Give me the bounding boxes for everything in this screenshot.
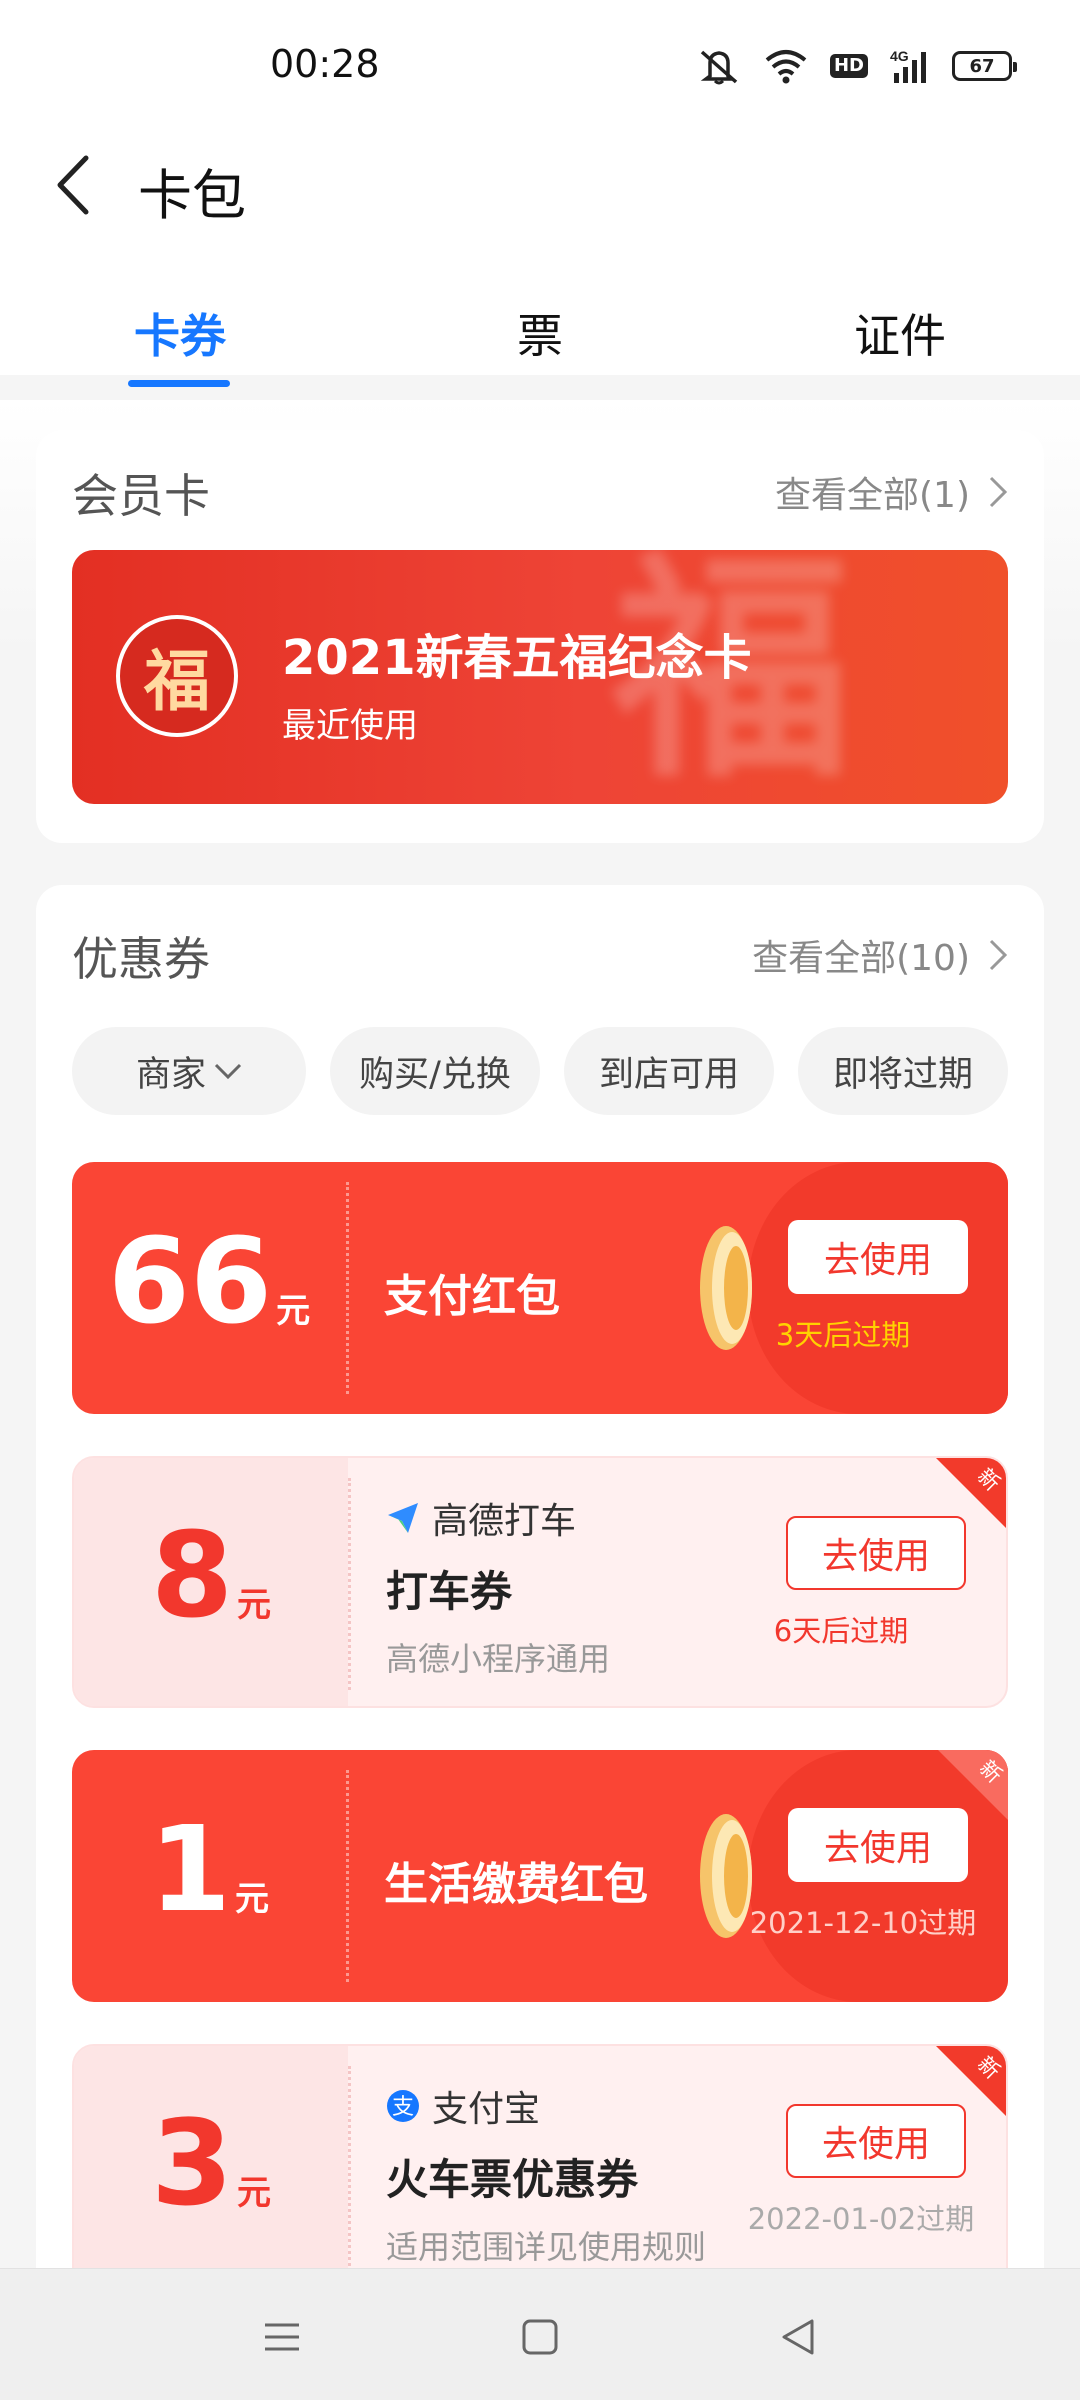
coupon-section: 优惠券 查看全部(10) 商家 购买/兑换 到店可用 即将过期 66 元 支付红包… bbox=[36, 885, 1044, 2305]
alipay-icon: 支 bbox=[387, 2090, 419, 2122]
coupon-expiry: 2021-12-10过期 bbox=[749, 1906, 977, 1940]
tab-tickets[interactable]: 票 bbox=[430, 300, 650, 400]
new-badge: 新 bbox=[936, 1458, 1006, 1528]
member-card-subtitle: 最近使用 bbox=[282, 706, 418, 746]
home-square-icon bbox=[522, 2319, 558, 2355]
coupon-divider bbox=[346, 1182, 349, 1394]
coupon-divider bbox=[348, 1478, 351, 1690]
new-badge-label: 新 bbox=[974, 1755, 1007, 1788]
member-card[interactable]: 福 福 2021新春五福纪念卡 最近使用 bbox=[72, 550, 1008, 804]
coupon-amount-value: 1 bbox=[148, 1800, 232, 1938]
section-title-member: 会员卡 bbox=[72, 469, 210, 523]
section-title-coupons: 优惠券 bbox=[72, 932, 210, 986]
menu-nav-button[interactable] bbox=[252, 2309, 312, 2365]
coupon-card[interactable]: 1元 生活缴费红包 去使用 2021-12-10过期 新 bbox=[72, 1750, 1008, 2002]
coupon-card[interactable]: 66 元 支付红包 去使用 3天后过期 bbox=[72, 1162, 1008, 1414]
coupon-title: 打车券 bbox=[386, 1567, 513, 1616]
coupon-expiry: 2022-01-02过期 bbox=[747, 2202, 975, 2236]
coupon-title: 生活缴费红包 bbox=[384, 1859, 648, 1910]
view-all-coupons-link[interactable]: 查看全部(10) bbox=[752, 929, 1008, 981]
coupon-amount: 8元 bbox=[74, 1506, 348, 1644]
battery-icon: 67 bbox=[952, 51, 1017, 81]
filter-merchant-label: 商家 bbox=[135, 1054, 206, 1095]
coupon-amount-unit: 元 bbox=[235, 1879, 270, 1919]
coupon-amount: 66 元 bbox=[72, 1212, 346, 1350]
chevron-down-icon bbox=[214, 1063, 242, 1080]
coupon-card[interactable]: 3元 支 支付宝 火车票优惠券 适用范围详见使用规则 去使用 2022-01-0… bbox=[72, 2044, 1008, 2296]
view-all-member-label: 查看全部(1) bbox=[775, 475, 970, 516]
filter-expiring[interactable]: 即将过期 bbox=[798, 1027, 1008, 1115]
amap-taxi-icon bbox=[388, 1503, 418, 1533]
coupon-description: 高德小程序通用 bbox=[386, 1640, 611, 1678]
coupon-amount-unit: 元 bbox=[276, 1291, 311, 1331]
coupon-amount-unit: 元 bbox=[237, 2173, 272, 2213]
svg-text:4G: 4G bbox=[890, 48, 909, 64]
coupon-divider bbox=[346, 1770, 349, 1982]
view-all-coupons-label: 查看全部(10) bbox=[752, 938, 970, 979]
coupon-amount-unit: 元 bbox=[237, 1585, 272, 1625]
coupon-expiry: 6天后过期 bbox=[773, 1614, 909, 1648]
coupon-divider bbox=[348, 2066, 351, 2278]
filter-purchase[interactable]: 购买/兑换 bbox=[330, 1027, 540, 1115]
coupon-amount-value: 66 bbox=[107, 1212, 273, 1350]
tab-ids[interactable]: 证件 bbox=[790, 300, 1010, 400]
new-badge: 新 bbox=[938, 1750, 1008, 1820]
coupon-brand-name: 高德打车 bbox=[432, 1501, 577, 1542]
page-title: 卡包 bbox=[138, 164, 246, 227]
coupon-amount-value: 8 bbox=[150, 1506, 234, 1644]
active-tab-indicator bbox=[128, 380, 230, 387]
filter-chips: 商家 购买/兑换 到店可用 即将过期 bbox=[72, 1027, 1008, 1115]
menu-icon bbox=[265, 2323, 299, 2351]
member-card-section: 会员卡 查看全部(1) 福 福 2021新春五福纪念卡 最近使用 bbox=[36, 430, 1044, 843]
coupon-title: 火车票优惠券 bbox=[386, 2155, 639, 2204]
view-all-member-link[interactable]: 查看全部(1) bbox=[775, 466, 1008, 518]
coupon-amount: 3元 bbox=[74, 2094, 348, 2232]
hd-badge: HD bbox=[829, 54, 868, 78]
coupon-brand: 高德打车 bbox=[386, 1492, 576, 1544]
status-icons: HD 4G 67 bbox=[696, 44, 1017, 88]
status-bar: 00:28 HD 4G 67 bbox=[0, 0, 1080, 135]
home-nav-button[interactable] bbox=[510, 2309, 570, 2365]
back-arrow-icon bbox=[57, 155, 89, 215]
use-coupon-button[interactable]: 去使用 bbox=[788, 1220, 968, 1294]
svg-text:支: 支 bbox=[392, 2095, 414, 2120]
filter-in-store[interactable]: 到店可用 bbox=[564, 1027, 774, 1115]
coupon-brand-name: 支付宝 bbox=[432, 2089, 541, 2130]
coupon-description: 适用范围详见使用规则 bbox=[386, 2228, 707, 2266]
back-button[interactable] bbox=[44, 150, 104, 220]
coupon-amount-value: 3 bbox=[150, 2094, 234, 2232]
coupon-amount: 1元 bbox=[72, 1800, 346, 1938]
back-nav-button[interactable] bbox=[768, 2309, 828, 2365]
signal-icon: 4G bbox=[890, 47, 930, 85]
coupon-brand: 支 支付宝 bbox=[386, 2080, 540, 2132]
back-triangle-icon bbox=[782, 2319, 814, 2355]
chevron-right-icon bbox=[989, 939, 1008, 971]
coupon-expiry: 3天后过期 bbox=[775, 1318, 911, 1352]
wifi-icon bbox=[764, 48, 808, 84]
new-badge-label: 新 bbox=[972, 1463, 1005, 1496]
member-card-name: 2021新春五福纪念卡 bbox=[282, 630, 752, 686]
system-nav-bar bbox=[0, 2268, 1080, 2400]
fu-logo: 福 bbox=[116, 615, 238, 737]
mute-icon bbox=[696, 46, 742, 86]
status-time: 00:28 bbox=[270, 42, 380, 86]
filter-merchant[interactable]: 商家 bbox=[72, 1027, 306, 1115]
coupon-card[interactable]: 8元 高德打车 打车券 高德小程序通用 去使用 6天后过期 新 bbox=[72, 1456, 1008, 1708]
coupon-title: 支付红包 bbox=[384, 1271, 560, 1322]
new-badge-label: 新 bbox=[972, 2051, 1005, 2084]
new-badge: 新 bbox=[936, 2046, 1006, 2116]
chevron-right-icon bbox=[989, 476, 1008, 508]
